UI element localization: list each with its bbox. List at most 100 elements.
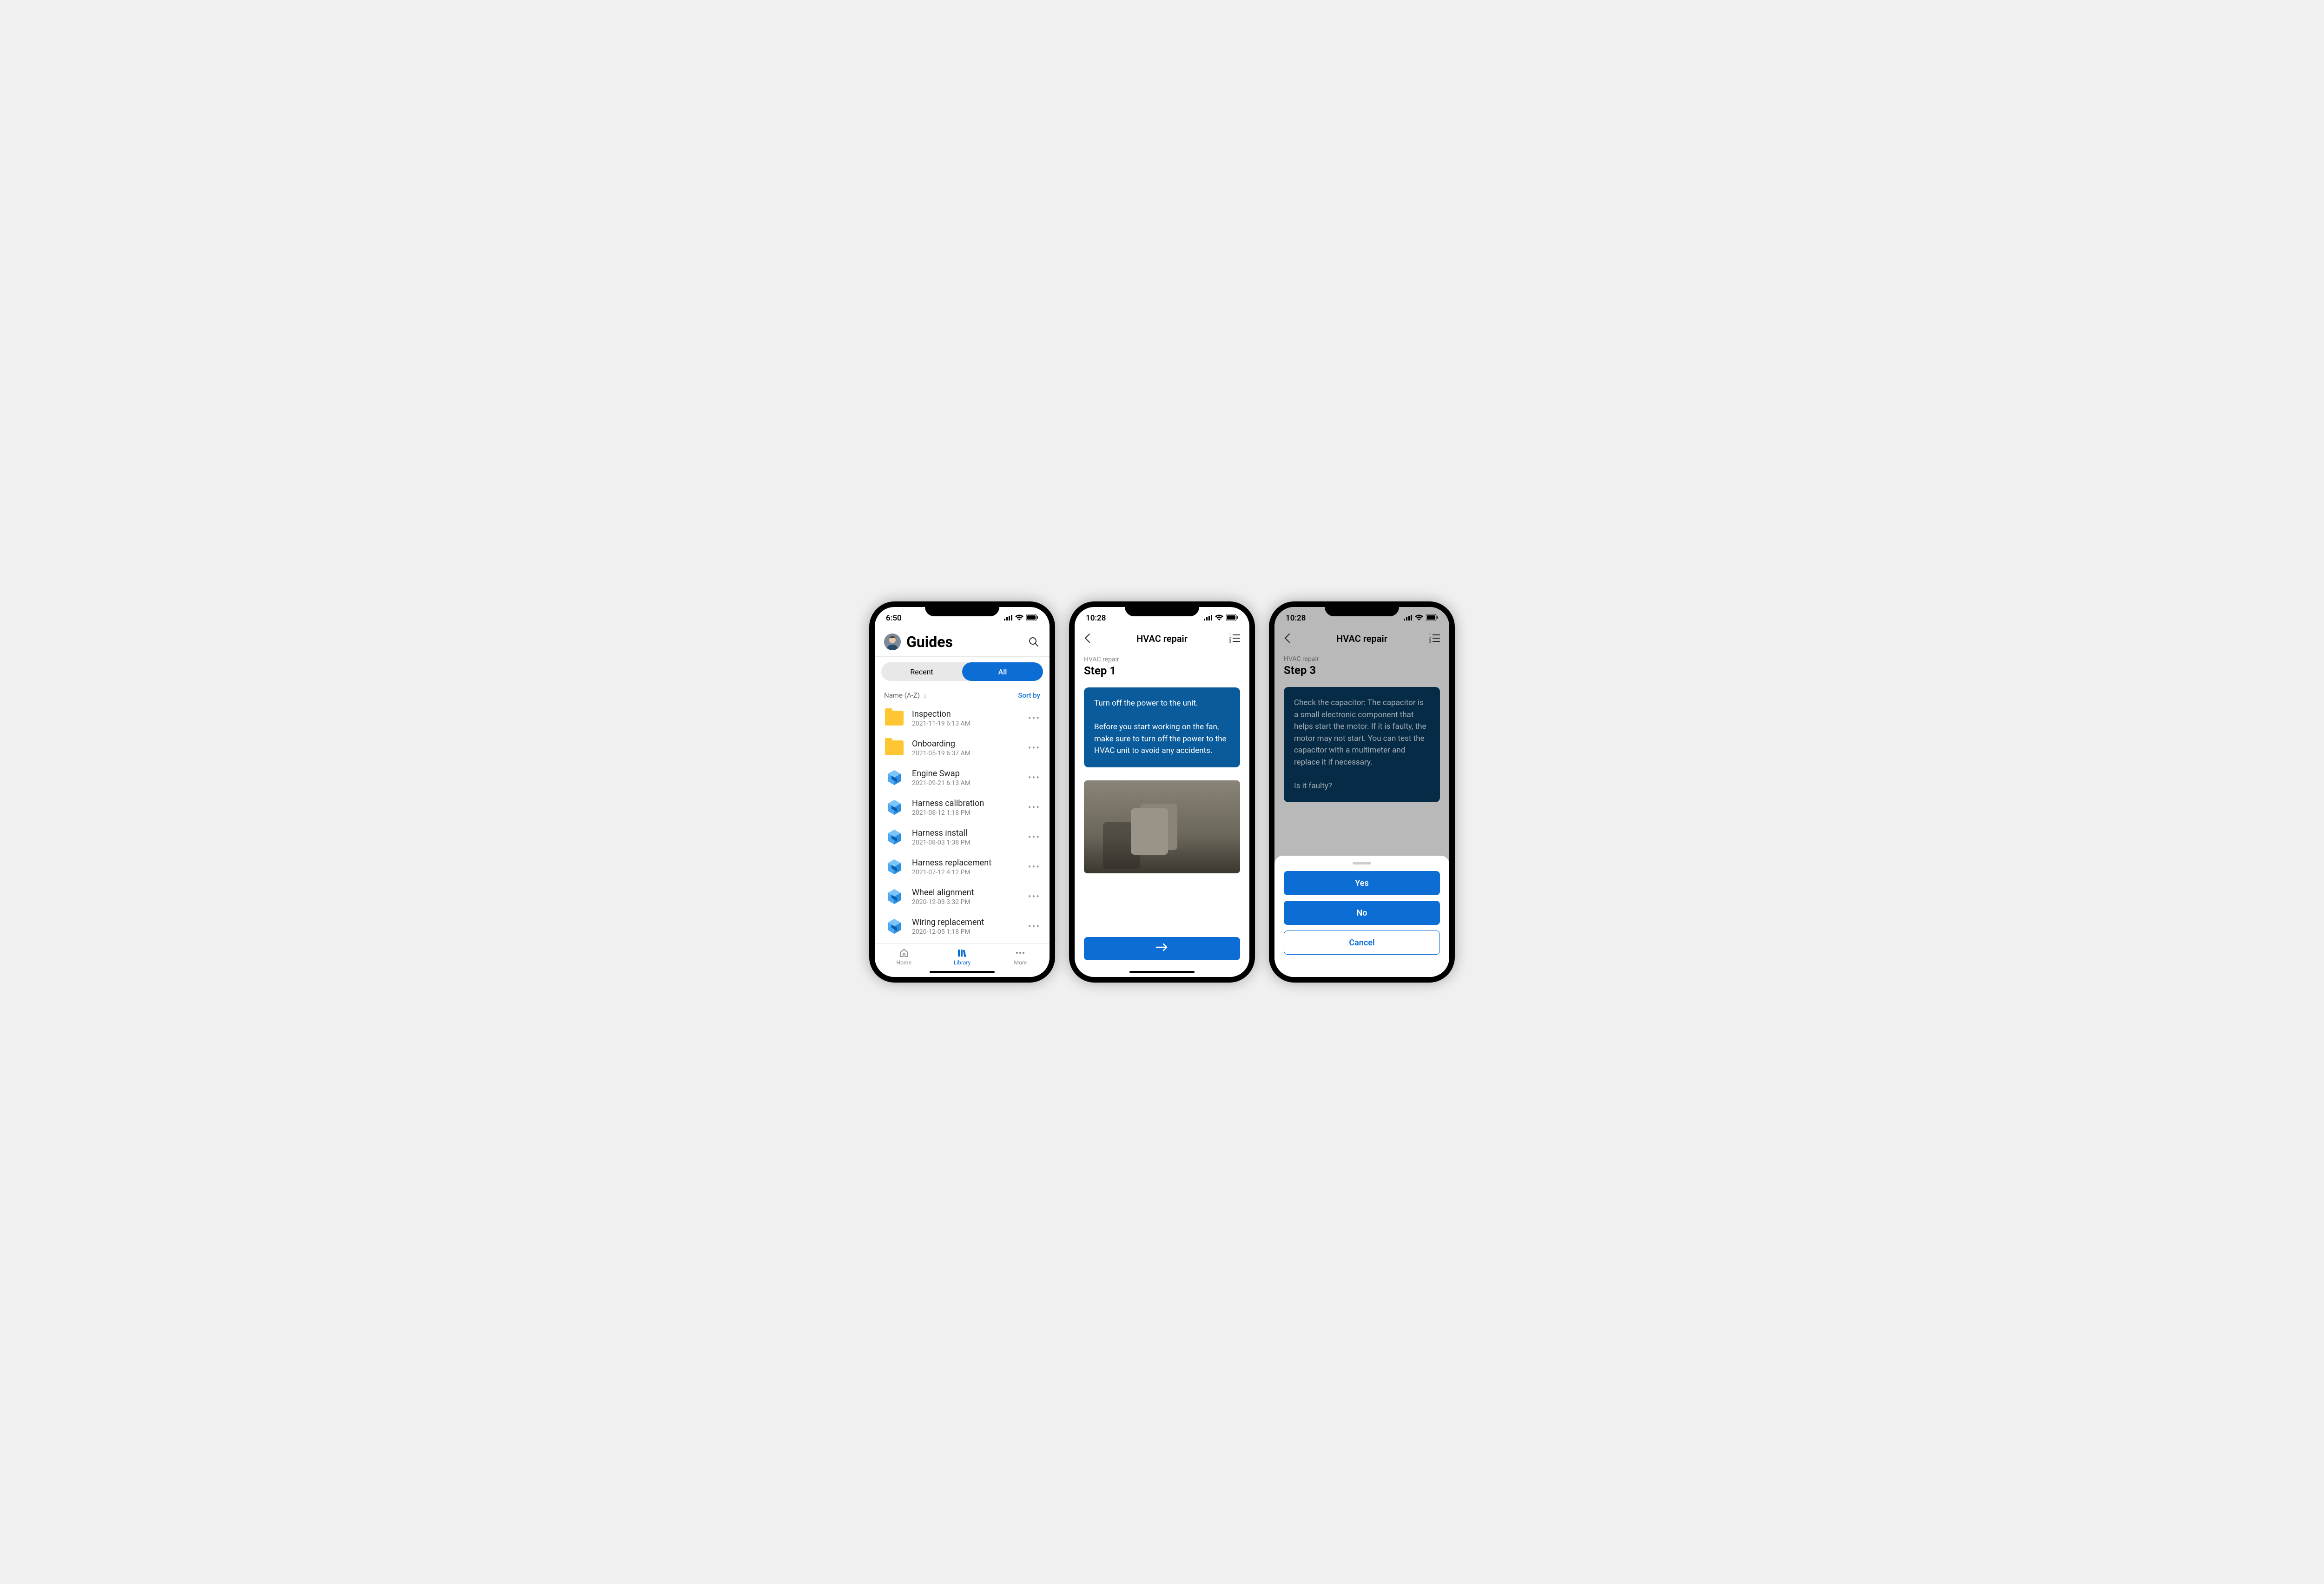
tab-all[interactable]: All — [962, 662, 1043, 681]
search-button[interactable] — [1027, 635, 1040, 648]
item-more-button[interactable]: ••• — [1028, 713, 1040, 724]
guide-icon — [885, 798, 904, 817]
home-icon — [898, 947, 910, 958]
phone-frame-1: 6:50 Guides Recent — [869, 601, 1055, 983]
list-item[interactable]: Onboarding2021-05-19 6:37 AM ••• — [875, 733, 1050, 763]
list-item[interactable]: Engine Swap2021-09-21 6:13 AM ••• — [875, 763, 1050, 792]
guide-icon — [885, 887, 904, 906]
step-image[interactable] — [1084, 780, 1240, 873]
item-title: Wheel alignment — [912, 888, 1021, 898]
step-subtitle: HVAC repair — [1284, 655, 1440, 663]
item-date: 2020-12-03 3:32 PM — [912, 898, 1021, 906]
guide-icon — [885, 858, 904, 876]
item-more-button[interactable]: ••• — [1028, 891, 1040, 902]
home-indicator[interactable] — [930, 971, 995, 973]
sort-by-button[interactable]: Sort by — [1018, 691, 1040, 700]
item-date: 2021-08-03 1:38 PM — [912, 839, 1021, 846]
item-title: Harness replacement — [912, 858, 1021, 868]
svg-text:3: 3 — [1429, 640, 1431, 643]
list-item[interactable]: Wheel alignment2020-12-03 3:32 PM ••• — [875, 882, 1050, 911]
page-title: Guides — [906, 633, 1022, 651]
wifi-icon — [1215, 614, 1223, 622]
more-icon — [1015, 947, 1026, 958]
item-date: 2021-09-21 6:13 AM — [912, 779, 1021, 787]
status-time: 10:28 — [1286, 614, 1306, 623]
item-title: Harness calibration — [912, 799, 1021, 808]
item-title: Onboarding — [912, 739, 1021, 749]
list-item[interactable]: Wiring replacement2020-12-05 1:18 PM ••• — [875, 911, 1050, 941]
step-header: HVAC repair Step 1 — [1075, 650, 1249, 681]
item-date: 2021-11-19 6:13 AM — [912, 720, 1021, 727]
item-title: Harness install — [912, 828, 1021, 838]
phone-frame-2: 10:28 HVAC repair 123 HVAC repair Step 1… — [1069, 601, 1255, 983]
arrow-right-icon — [1155, 943, 1169, 955]
item-more-button[interactable]: ••• — [1028, 742, 1040, 753]
step-title: Step 3 — [1284, 664, 1440, 677]
item-title: Inspection — [912, 709, 1021, 719]
item-more-button[interactable]: ••• — [1028, 832, 1040, 843]
battery-icon — [1426, 614, 1438, 622]
cancel-button[interactable]: Cancel — [1284, 931, 1440, 955]
notch — [1125, 601, 1199, 616]
notch — [1325, 601, 1399, 616]
item-more-button[interactable]: ••• — [1028, 772, 1040, 783]
folder-icon — [885, 740, 904, 755]
item-title: Wiring replacement — [912, 917, 1021, 927]
steps-list-button[interactable]: 123 — [1429, 633, 1440, 644]
sort-row: Name (A-Z) ↓ Sort by — [875, 686, 1050, 703]
item-date: 2021-07-12 4:12 PM — [912, 869, 1021, 876]
item-more-button[interactable]: ••• — [1028, 921, 1040, 932]
item-title: Engine Swap — [912, 769, 1021, 779]
item-more-button[interactable]: ••• — [1028, 802, 1040, 813]
header: Guides — [875, 629, 1050, 657]
list-item[interactable]: Harness install2021-08-03 1:38 PM ••• — [875, 822, 1050, 852]
sort-label[interactable]: Name (A-Z) ↓ — [884, 691, 927, 700]
guide-icon — [885, 828, 904, 846]
nav-home[interactable]: Home — [875, 947, 933, 966]
action-sheet: Yes No Cancel — [1274, 856, 1449, 977]
nav-library[interactable]: Library — [933, 947, 991, 966]
svg-text:3: 3 — [1229, 640, 1231, 643]
header: HVAC repair 123 — [1274, 629, 1449, 650]
wifi-icon — [1415, 614, 1423, 622]
tab-recent[interactable]: Recent — [881, 662, 962, 681]
steps-list-button[interactable]: 123 — [1229, 633, 1240, 644]
step-subtitle: HVAC repair — [1084, 656, 1240, 663]
step-title: Step 1 — [1084, 664, 1240, 677]
back-button[interactable] — [1084, 633, 1095, 644]
list-item[interactable]: Harness replacement2021-07-12 4:12 PM ••• — [875, 852, 1050, 882]
home-indicator[interactable] — [1129, 971, 1195, 973]
phone-frame-3: 10:28 HVAC repair 123 HVAC repair Step 3 — [1269, 601, 1455, 983]
item-date: 2021-05-19 6:37 AM — [912, 750, 1021, 757]
wifi-icon — [1015, 614, 1023, 622]
back-button[interactable] — [1284, 633, 1295, 644]
signal-icon — [1204, 614, 1212, 622]
signal-icon — [1404, 614, 1412, 622]
signal-icon — [1004, 614, 1012, 622]
status-time: 10:28 — [1086, 614, 1106, 623]
status-icons — [1204, 614, 1238, 622]
list-item[interactable]: Inspection2021-11-19 6:13 AM ••• — [875, 703, 1050, 733]
avatar[interactable] — [884, 634, 901, 650]
header: HVAC repair 123 — [1075, 629, 1249, 650]
instruction-card: Turn off the power to the unit. Before y… — [1084, 687, 1240, 767]
instruction-card: Check the capacitor: The capacitor is a … — [1284, 687, 1440, 802]
folder-icon — [885, 711, 904, 726]
item-date: 2020-12-05 1:18 PM — [912, 928, 1021, 936]
next-button[interactable] — [1084, 937, 1240, 960]
guides-list[interactable]: Inspection2021-11-19 6:13 AM•••Onboardin… — [875, 703, 1050, 943]
yes-button[interactable]: Yes — [1284, 871, 1440, 895]
guide-icon — [885, 917, 904, 936]
status-icons — [1004, 614, 1038, 622]
nav-more[interactable]: More — [991, 947, 1050, 966]
step-header: HVAC repair Step 3 — [1274, 650, 1449, 680]
no-button[interactable]: No — [1284, 901, 1440, 925]
list-item[interactable]: Harness calibration2021-08-12 1:18 PM ••• — [875, 792, 1050, 822]
item-more-button[interactable]: ••• — [1028, 861, 1040, 872]
sheet-handle[interactable] — [1353, 862, 1371, 865]
item-date: 2021-08-12 1:18 PM — [912, 809, 1021, 817]
battery-icon — [1026, 614, 1038, 622]
guide-icon — [885, 768, 904, 787]
page-title: HVAC repair — [1101, 633, 1223, 644]
page-title: HVAC repair — [1301, 633, 1423, 644]
